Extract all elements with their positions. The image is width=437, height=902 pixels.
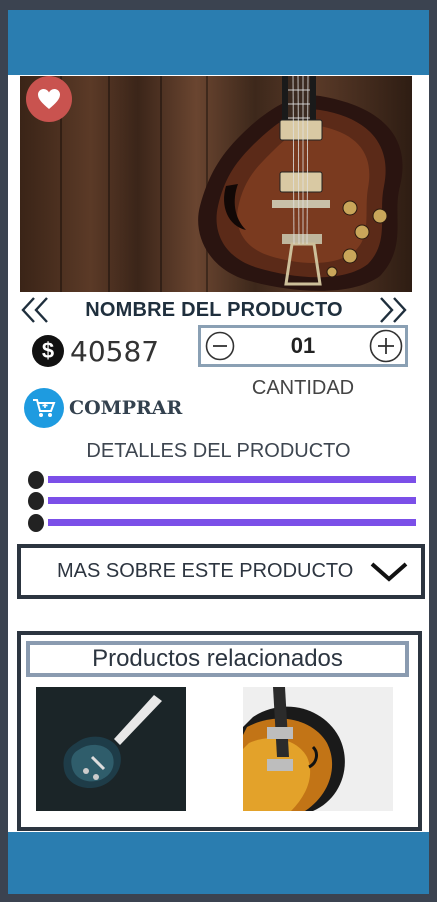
more-info-dropdown[interactable]: MAS SOBRE ESTE PRODUCTO	[17, 544, 425, 599]
bullet-icon	[28, 514, 44, 532]
previous-product-button[interactable]	[18, 295, 52, 325]
quantity-value: 01	[290, 333, 316, 358]
related-title: Productos relacionados	[26, 641, 409, 677]
detail-placeholder	[48, 497, 416, 504]
quantity-stepper: 01	[198, 325, 408, 367]
product-name: NOMBRE DEL PRODUCTO	[85, 298, 343, 321]
dollar-icon: $	[32, 335, 64, 367]
heart-icon	[38, 89, 60, 109]
related-products: Productos relacionados	[17, 631, 422, 831]
guitar-image	[36, 687, 186, 811]
product-nav: NOMBRE DEL PRODUCTO	[18, 294, 410, 326]
double-chevron-left-icon	[21, 297, 48, 323]
details-title: DETALLES DEL PRODUCTO	[86, 440, 351, 462]
bullet-icon	[28, 492, 44, 510]
detail-placeholder	[48, 519, 416, 526]
buy-label: COMPRAR	[69, 397, 183, 419]
favorite-button[interactable]	[26, 76, 72, 122]
buy-button[interactable]: COMPRAR	[24, 388, 182, 428]
chevron-down-icon	[370, 562, 408, 582]
price-value: 40587	[70, 334, 160, 368]
guitar-image	[243, 687, 393, 811]
cart-icon	[24, 388, 64, 428]
double-chevron-right-icon	[380, 297, 407, 323]
related-product-1[interactable]	[36, 687, 186, 811]
detail-line	[26, 492, 418, 510]
product-image	[20, 76, 412, 292]
decrement-button[interactable]	[203, 329, 237, 363]
increment-button[interactable]	[369, 329, 403, 363]
detail-line	[26, 471, 418, 489]
plus-circle-icon	[369, 329, 403, 363]
quantity-label: CANTIDAD	[251, 377, 355, 399]
next-product-button[interactable]	[376, 295, 410, 325]
top-bar	[8, 10, 429, 75]
bottom-bar	[8, 832, 429, 894]
minus-circle-icon	[205, 331, 235, 361]
detail-placeholder	[48, 476, 416, 483]
bullet-icon	[28, 471, 44, 489]
detail-line	[26, 514, 418, 532]
related-product-2[interactable]	[243, 687, 393, 811]
product-price: $ 40587	[32, 334, 159, 368]
more-info-label: MAS SOBRE ESTE PRODUCTO	[57, 560, 354, 582]
